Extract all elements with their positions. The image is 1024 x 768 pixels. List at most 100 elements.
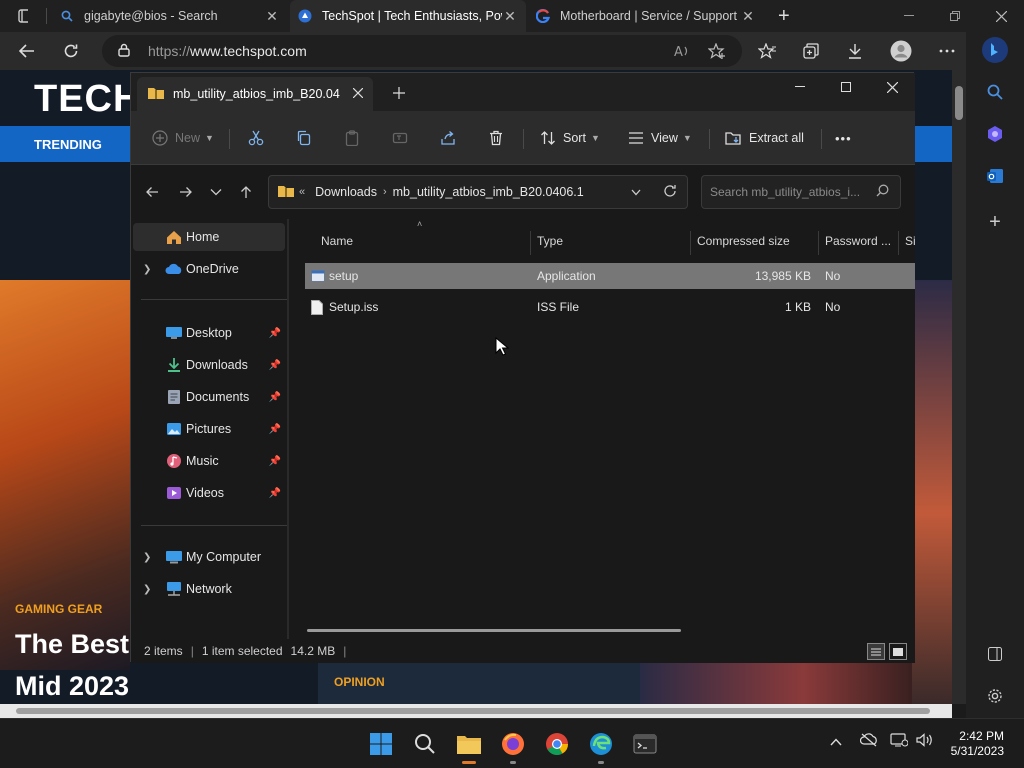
column-separator[interactable] <box>898 231 899 255</box>
cut-button[interactable] <box>247 125 271 151</box>
address-breadcrumb-bar[interactable]: « Downloads › mb_utility_atbios_imb_B20.… <box>268 175 688 209</box>
pin-icon[interactable]: 📌 <box>269 392 281 403</box>
horizontal-scrollbar[interactable] <box>307 629 681 632</box>
close-tab-icon[interactable]: ✕ <box>502 8 518 25</box>
hero-image-right[interactable] <box>912 280 952 704</box>
column-separator[interactable] <box>530 231 531 255</box>
hide-sidebar-icon[interactable] <box>981 640 1009 668</box>
chevron-down-icon[interactable] <box>631 185 641 199</box>
refresh-icon[interactable] <box>663 184 677 201</box>
recent-locations-icon[interactable] <box>203 181 229 203</box>
pin-icon[interactable]: 📌 <box>269 424 281 435</box>
chevron-right-icon[interactable]: › <box>383 186 387 198</box>
close-tab-icon[interactable] <box>352 87 364 101</box>
nav-item-home[interactable]: Home <box>133 223 285 251</box>
nav-item-desktop[interactable]: Desktop 📌 <box>133 319 285 347</box>
network-icon[interactable] <box>890 733 909 750</box>
favorites-icon[interactable] <box>752 36 782 66</box>
restore-icon[interactable] <box>932 0 978 32</box>
forward-arrow-icon[interactable] <box>173 181 199 203</box>
collections-icon[interactable] <box>796 36 826 66</box>
taskbar-edge[interactable] <box>586 729 616 764</box>
chevron-right-icon[interactable]: ❯ <box>143 584 151 595</box>
trending-link[interactable]: TRENDING <box>34 137 102 152</box>
pin-icon[interactable]: 📌 <box>269 488 281 499</box>
nav-item-downloads[interactable]: Downloads 📌 <box>133 351 285 379</box>
pin-icon[interactable]: 📌 <box>269 328 281 339</box>
more-options-icon[interactable] <box>932 36 962 66</box>
column-header-compressed-size[interactable]: Compressed size <box>697 227 790 255</box>
read-aloud-icon[interactable]: A <box>666 36 696 66</box>
paste-button[interactable] <box>343 125 367 151</box>
column-separator[interactable] <box>690 231 691 255</box>
taskbar-file-explorer[interactable] <box>454 729 484 764</box>
copy-button[interactable] <box>295 125 319 151</box>
back-arrow-icon[interactable] <box>12 36 42 66</box>
close-tab-icon[interactable]: ✕ <box>264 8 280 25</box>
new-explorer-tab-button[interactable] <box>393 83 405 104</box>
close-icon[interactable] <box>978 0 1024 32</box>
up-arrow-icon[interactable] <box>233 181 259 203</box>
rename-button[interactable] <box>391 125 415 151</box>
table-row[interactable]: setup Application 13,985 KB No <box>305 263 915 289</box>
tiles-view-button[interactable] <box>889 643 907 660</box>
see-more-button[interactable]: ••• <box>835 125 852 151</box>
profile-avatar-icon[interactable] <box>886 36 916 66</box>
downloads-icon[interactable] <box>840 36 870 66</box>
tab-techspot[interactable]: TechSpot | Tech Enthusiasts, Pow ✕ <box>290 0 526 32</box>
nav-item-documents[interactable]: Documents 📌 <box>133 383 285 411</box>
view-button[interactable]: View ▼ <box>627 125 692 151</box>
page-horizontal-scrollbar[interactable] <box>0 704 952 718</box>
column-separator[interactable] <box>818 231 819 255</box>
tab-search[interactable]: gigabyte@bios - Search ✕ <box>52 0 288 32</box>
nav-item-music[interactable]: Music 📌 <box>133 447 285 475</box>
table-row[interactable]: Setup.iss ISS File 1 KB No <box>305 294 915 320</box>
breadcrumb-overflow[interactable]: « <box>299 186 305 198</box>
column-header-size[interactable]: Si <box>905 227 915 255</box>
nav-item-videos[interactable]: Videos 📌 <box>133 479 285 507</box>
explorer-search-input[interactable]: Search mb_utility_atbios_i... <box>701 175 901 209</box>
outlook-icon[interactable] <box>981 162 1009 190</box>
tab-actions-button[interactable] <box>10 0 36 32</box>
column-header-password[interactable]: Password ... <box>825 227 891 255</box>
bing-chat-icon[interactable] <box>981 36 1009 64</box>
new-button[interactable]: New ▼ <box>151 125 214 151</box>
pin-icon[interactable]: 📌 <box>269 360 281 371</box>
close-icon[interactable] <box>869 73 915 101</box>
category-label[interactable]: GAMING GEAR <box>15 602 102 616</box>
sort-button[interactable]: Sort ▼ <box>539 125 600 151</box>
breadcrumb-downloads[interactable]: Downloads <box>315 185 377 199</box>
system-clock[interactable]: 2:42 PM 5/31/2023 <box>944 729 1004 759</box>
scrollbar-thumb[interactable] <box>955 86 963 120</box>
taskbar-search-button[interactable] <box>410 729 440 759</box>
details-view-button[interactable] <box>867 643 885 660</box>
site-logo[interactable]: TECH <box>34 78 141 121</box>
show-hidden-icons-icon[interactable] <box>830 733 842 749</box>
back-arrow-icon[interactable] <box>139 181 165 203</box>
column-header-name[interactable]: Name <box>321 227 353 255</box>
share-button[interactable] <box>439 125 463 151</box>
minimize-icon[interactable] <box>777 73 823 101</box>
chevron-right-icon[interactable]: ❯ <box>143 552 151 563</box>
copilot-icon[interactable] <box>981 120 1009 148</box>
add-sidebar-app-icon[interactable]: + <box>981 208 1009 236</box>
column-header-type[interactable]: Type <box>537 227 563 255</box>
nav-item-my-computer[interactable]: ❯ My Computer <box>133 543 285 571</box>
article-image[interactable] <box>640 662 912 704</box>
explorer-tab[interactable]: mb_utility_atbios_imb_B20.04 <box>137 77 373 111</box>
volume-icon[interactable] <box>916 733 934 750</box>
url-bar[interactable]: https://www.techspot.com <box>102 35 742 67</box>
onedrive-offline-icon[interactable] <box>859 733 878 750</box>
scrollbar-thumb[interactable] <box>16 708 930 714</box>
close-tab-icon[interactable]: ✕ <box>740 8 756 25</box>
maximize-icon[interactable] <box>823 73 869 101</box>
add-favorite-icon[interactable] <box>702 36 732 66</box>
chevron-right-icon[interactable]: ❯ <box>143 264 151 275</box>
delete-button[interactable] <box>487 125 511 151</box>
search-icon[interactable] <box>981 78 1009 106</box>
nav-item-pictures[interactable]: Pictures 📌 <box>133 415 285 443</box>
taskbar-terminal[interactable] <box>630 729 660 759</box>
taskbar-chrome[interactable] <box>542 729 572 759</box>
settings-gear-icon[interactable] <box>981 682 1009 710</box>
pin-icon[interactable]: 📌 <box>269 456 281 467</box>
